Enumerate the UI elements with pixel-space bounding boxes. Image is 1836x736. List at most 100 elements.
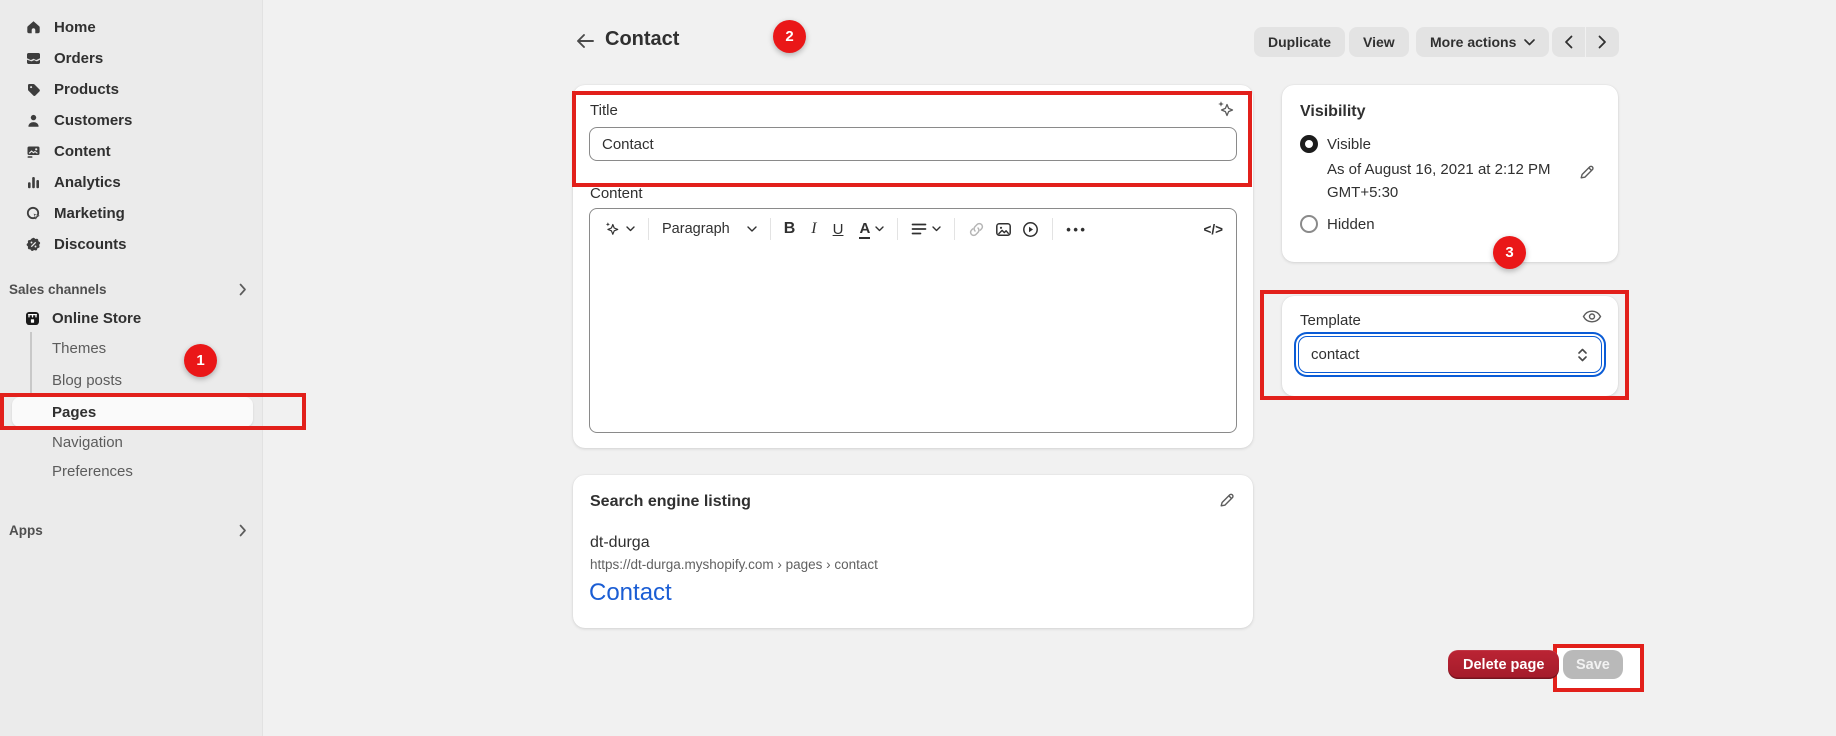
hidden-radio[interactable] [1300, 215, 1318, 233]
sidebar-item-label: Orders [54, 50, 103, 67]
template-card: Template contact [1282, 296, 1618, 396]
sidebar-item-customers[interactable]: Customers [0, 105, 262, 136]
save-label: Save [1576, 657, 1610, 673]
title-input[interactable] [589, 127, 1237, 161]
seo-site-name: dt-durga [590, 534, 650, 552]
sidebar-section-sales-channels[interactable]: Sales channels [9, 279, 247, 299]
save-button[interactable]: Save [1563, 650, 1623, 679]
chevron-down-icon [626, 226, 635, 232]
sidebar-item-online-store[interactable]: Online Store [24, 303, 141, 333]
sidebar-section-apps[interactable]: Apps [9, 520, 247, 540]
visible-since-timezone: GMT+5:30 [1327, 184, 1398, 201]
page-title: Contact [605, 28, 679, 51]
toolbar-divider [897, 218, 898, 240]
view-button[interactable]: View [1349, 27, 1409, 57]
show-html-button[interactable]: </> [1203, 222, 1223, 237]
discounts-icon [25, 236, 42, 253]
more-formatting-button[interactable]: ••• [1066, 222, 1087, 237]
ai-assist-button[interactable] [603, 220, 635, 238]
edit-pencil-icon[interactable] [1578, 163, 1596, 181]
sidebar-item-pages[interactable]: Pages [52, 397, 96, 427]
ai-sparkle-icon[interactable] [1214, 98, 1236, 120]
customers-icon [25, 112, 42, 129]
sidebar-item-analytics[interactable]: Analytics [0, 167, 262, 198]
paragraph-label: Paragraph [662, 221, 730, 237]
editor-toolbar: Paragraph B I U A [590, 209, 1236, 249]
sidebar-item-home[interactable]: Home [0, 12, 262, 43]
seo-breadcrumb-url: https://dt-durga.myshopify.com › pages ›… [590, 557, 878, 572]
rich-text-editor[interactable]: Paragraph B I U A [589, 208, 1237, 433]
more-actions-button[interactable]: More actions [1416, 27, 1549, 57]
products-icon [25, 81, 42, 98]
link-button[interactable] [968, 221, 985, 238]
previous-page-button[interactable] [1552, 27, 1585, 57]
main-nav: Home Orders Products Customers [0, 12, 262, 260]
chevron-down-icon [1524, 39, 1535, 46]
text-color-button[interactable]: A [859, 220, 884, 239]
chevron-right-icon [239, 524, 247, 537]
back-button[interactable] [570, 27, 600, 55]
prev-next-pager [1552, 27, 1619, 57]
chevron-right-icon [239, 283, 247, 296]
next-page-button[interactable] [1586, 27, 1619, 57]
sidebar-item-label: Products [54, 81, 119, 98]
sidebar-item-label: Home [54, 19, 96, 36]
sidebar-item-label: Blog posts [52, 372, 122, 389]
sidebar-item-label: Analytics [54, 174, 121, 191]
toolbar-divider [648, 218, 649, 240]
hidden-radio-label[interactable]: Hidden [1327, 216, 1375, 233]
title-field-label: Title [590, 102, 618, 119]
sidebar-item-label: Themes [52, 340, 106, 357]
seo-card-heading: Search engine listing [590, 493, 751, 511]
sidebar-item-label: Pages [52, 404, 96, 421]
insert-video-button[interactable] [1022, 221, 1039, 238]
sidebar-item-label: Navigation [52, 434, 123, 451]
chevron-down-icon [875, 226, 884, 232]
marketing-icon [25, 205, 42, 222]
chevron-right-icon [1598, 35, 1607, 49]
alignment-dropdown[interactable] [911, 222, 941, 236]
toolbar-divider [954, 218, 955, 240]
italic-button[interactable]: I [811, 220, 816, 238]
duplicate-button[interactable]: Duplicate [1254, 27, 1345, 57]
shopify-admin-page-editor: Home Orders Products Customers [0, 0, 1836, 736]
sidebar-item-preferences[interactable]: Preferences [52, 456, 133, 486]
seo-result-title-link[interactable]: Contact [589, 579, 672, 607]
template-select[interactable]: contact [1298, 336, 1602, 373]
paragraph-style-dropdown[interactable]: Paragraph [662, 221, 757, 237]
analytics-icon [25, 174, 42, 191]
image-icon [995, 221, 1012, 238]
eye-icon[interactable] [1582, 309, 1602, 324]
visible-radio-label[interactable]: Visible [1327, 136, 1371, 153]
editor-content-area[interactable] [590, 249, 1236, 434]
delete-page-button[interactable]: Delete page [1448, 650, 1559, 679]
sidebar-item-marketing[interactable]: Marketing [0, 198, 262, 229]
view-label: View [1363, 34, 1395, 50]
sidebar-item-themes[interactable]: Themes [52, 333, 106, 363]
sidebar-item-discounts[interactable]: Discounts [0, 229, 262, 260]
sidebar-item-navigation[interactable]: Navigation [52, 427, 123, 457]
sidebar-item-label: Marketing [54, 205, 125, 222]
selected-item-highlight [12, 397, 253, 427]
search-engine-listing-card: Search engine listing dt-durga https://d… [573, 475, 1253, 628]
chevron-left-icon [1564, 35, 1573, 49]
sidebar-item-products[interactable]: Products [0, 74, 262, 105]
sidebar-item-orders[interactable]: Orders [0, 43, 262, 74]
visible-radio[interactable] [1300, 135, 1318, 153]
sidebar-item-blog-posts[interactable]: Blog posts [52, 365, 122, 395]
annotation-step-2: 2 [773, 20, 806, 53]
edit-pencil-icon[interactable] [1218, 491, 1236, 509]
underline-button[interactable]: U [833, 221, 844, 238]
page-details-card: Title Content Paragraph [573, 85, 1253, 448]
bold-button[interactable]: B [784, 220, 796, 238]
insert-image-button[interactable] [995, 221, 1012, 238]
template-selected-value: contact [1311, 346, 1359, 363]
orders-icon [25, 50, 42, 67]
select-chevrons-icon [1576, 347, 1589, 363]
sidebar-item-label: Content [54, 143, 111, 160]
more-actions-label: More actions [1430, 34, 1516, 50]
sidebar-item-label: Preferences [52, 463, 133, 480]
template-label: Template [1300, 312, 1361, 329]
chevron-down-icon [747, 226, 757, 233]
sidebar-item-content[interactable]: Content [0, 136, 262, 167]
